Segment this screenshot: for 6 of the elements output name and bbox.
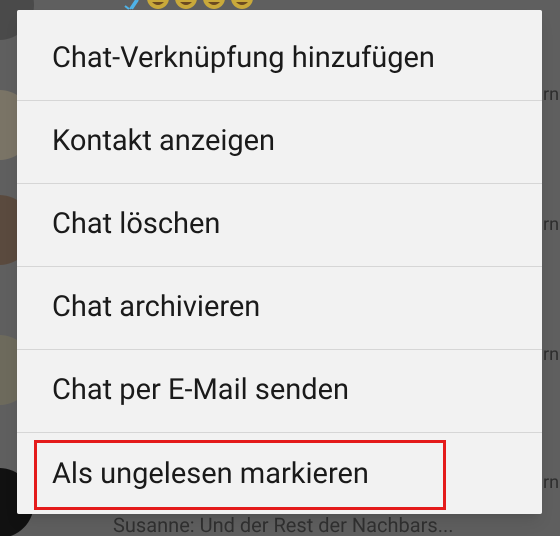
- menu-item[interactable]: Als ungelesen markieren: [34, 440, 446, 510]
- menu-item[interactable]: Chat per E-Mail senden: [34, 356, 349, 426]
- menu-item[interactable]: Kontakt anzeigen: [34, 107, 276, 177]
- menu-item[interactable]: Chat löschen: [34, 190, 220, 260]
- menu-item[interactable]: Chat archivieren: [34, 273, 260, 343]
- menu-item[interactable]: Chat-Verknüpfung hinzufügen: [34, 24, 435, 94]
